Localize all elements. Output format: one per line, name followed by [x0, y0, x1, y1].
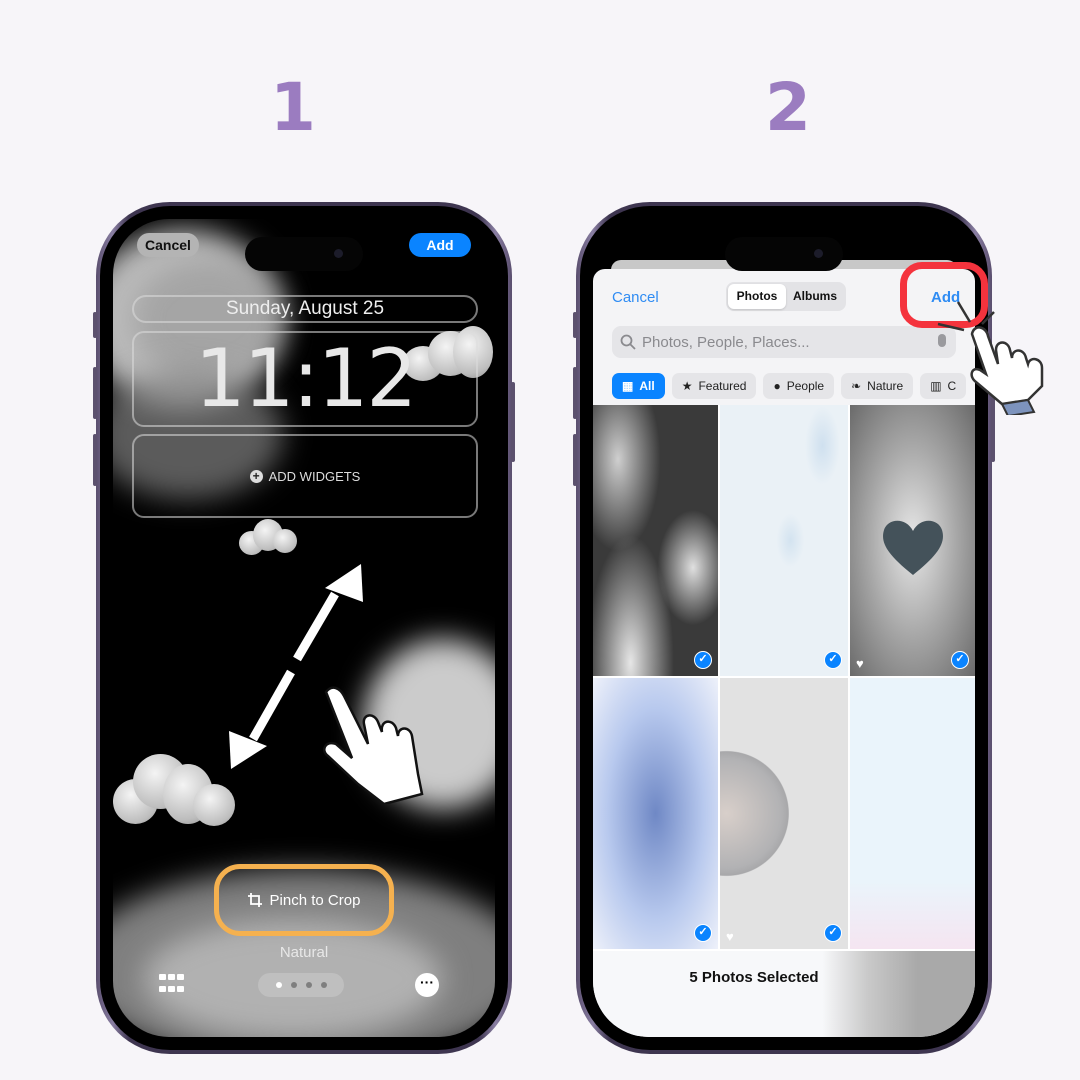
page-indicator[interactable] — [258, 973, 344, 997]
phone-lock-screen-editor: Cancel Add Sunday, August 25 11:12 + ADD… — [93, 202, 515, 1054]
heart-image — [883, 520, 943, 575]
puffy-cloud-left — [113, 749, 238, 829]
photo-thumbnail[interactable]: ♥ ✓ — [850, 405, 975, 676]
page-dot — [275, 982, 282, 988]
page-dot — [305, 982, 312, 988]
page-dot — [320, 982, 327, 988]
selection-status-bar: 5 Photos Selected — [593, 951, 975, 1037]
photo-thumbnail[interactable] — [850, 678, 975, 949]
cancel-button[interactable]: Cancel — [612, 289, 659, 306]
volume-down-button — [573, 434, 577, 486]
volume-up-button — [93, 367, 97, 419]
favorite-heart-icon: ♥ — [856, 656, 864, 671]
selected-check-icon: ✓ — [694, 651, 712, 669]
tab-albums[interactable]: Albums — [786, 284, 844, 309]
add-button[interactable]: Add — [409, 233, 471, 257]
lock-screen: Cancel Add Sunday, August 25 11:12 + ADD… — [113, 219, 495, 1037]
photo-picker-sheet: Cancel Photos Albums Add Photos, People,… — [593, 269, 975, 1037]
selected-check-icon: ✓ — [824, 651, 842, 669]
grid-icon: ▦ — [622, 379, 634, 393]
star-icon: ★ — [681, 379, 693, 393]
selected-check-icon: ✓ — [951, 651, 969, 669]
grid-icon[interactable] — [159, 974, 185, 996]
plus-icon: + — [249, 469, 263, 483]
more-icon[interactable]: ··· — [415, 973, 439, 997]
page-dot — [290, 982, 297, 988]
hand-pointer-icon — [323, 686, 424, 804]
chip-people[interactable]: ● People — [763, 373, 835, 399]
pinch-to-crop-label: Pinch to Crop — [269, 891, 361, 909]
chip-featured[interactable]: ★ Featured — [671, 373, 757, 399]
search-input[interactable]: Photos, People, Places... — [612, 326, 956, 358]
add-widgets-button[interactable]: + ADD WIDGETS — [132, 434, 478, 518]
photo-thumbnail[interactable]: ✓ — [593, 678, 718, 949]
time-display[interactable]: 11:12 — [132, 331, 478, 427]
chip-all[interactable]: ▦ All — [612, 373, 665, 399]
volume-up-button — [573, 367, 577, 419]
search-icon — [620, 334, 636, 350]
favorite-heart-icon: ♥ — [726, 929, 734, 944]
step-number-2: 2 — [765, 69, 811, 146]
volume-down-button — [93, 434, 97, 486]
source-segmented-control: Photos Albums — [726, 282, 846, 311]
crop-icon — [247, 893, 262, 907]
search-placeholder: Photos, People, Places... — [642, 333, 810, 351]
photo-thumbnail[interactable]: ✓ — [593, 405, 718, 676]
selected-check-icon: ✓ — [694, 924, 712, 942]
photo-picker-screen: Cancel Photos Albums Add Photos, People,… — [593, 219, 975, 1037]
step-number-1: 1 — [270, 69, 316, 146]
person-icon: ● — [773, 379, 781, 393]
chip-nature[interactable]: ❧ Nature — [841, 373, 914, 399]
tab-photos[interactable]: Photos — [728, 284, 786, 309]
action-button — [573, 312, 577, 338]
photo-grid: ✓ ✓ ♥ ✓ ✓ ♥ ✓ — [593, 405, 975, 955]
photo-thumbnail[interactable]: ♥ ✓ — [720, 678, 848, 949]
action-button — [93, 312, 97, 338]
add-widgets-label: ADD WIDGETS — [268, 468, 361, 484]
date-widget[interactable]: Sunday, August 25 — [132, 295, 478, 323]
pinch-to-crop-button[interactable]: Pinch to Crop — [214, 864, 394, 936]
category-chips: ▦ All ★ Featured ● People ❧ Nature ▥ C — [612, 373, 967, 399]
leaf-icon: ❧ — [851, 379, 862, 393]
selection-count: 5 Photos Selected — [689, 969, 819, 986]
cancel-button[interactable]: Cancel — [137, 233, 199, 257]
filter-name: Natural — [279, 944, 329, 961]
photo-thumbnail[interactable]: ✓ — [720, 405, 848, 676]
hand-pointer-icon — [937, 301, 1044, 415]
selected-check-icon: ✓ — [824, 924, 842, 942]
power-button — [511, 382, 515, 462]
